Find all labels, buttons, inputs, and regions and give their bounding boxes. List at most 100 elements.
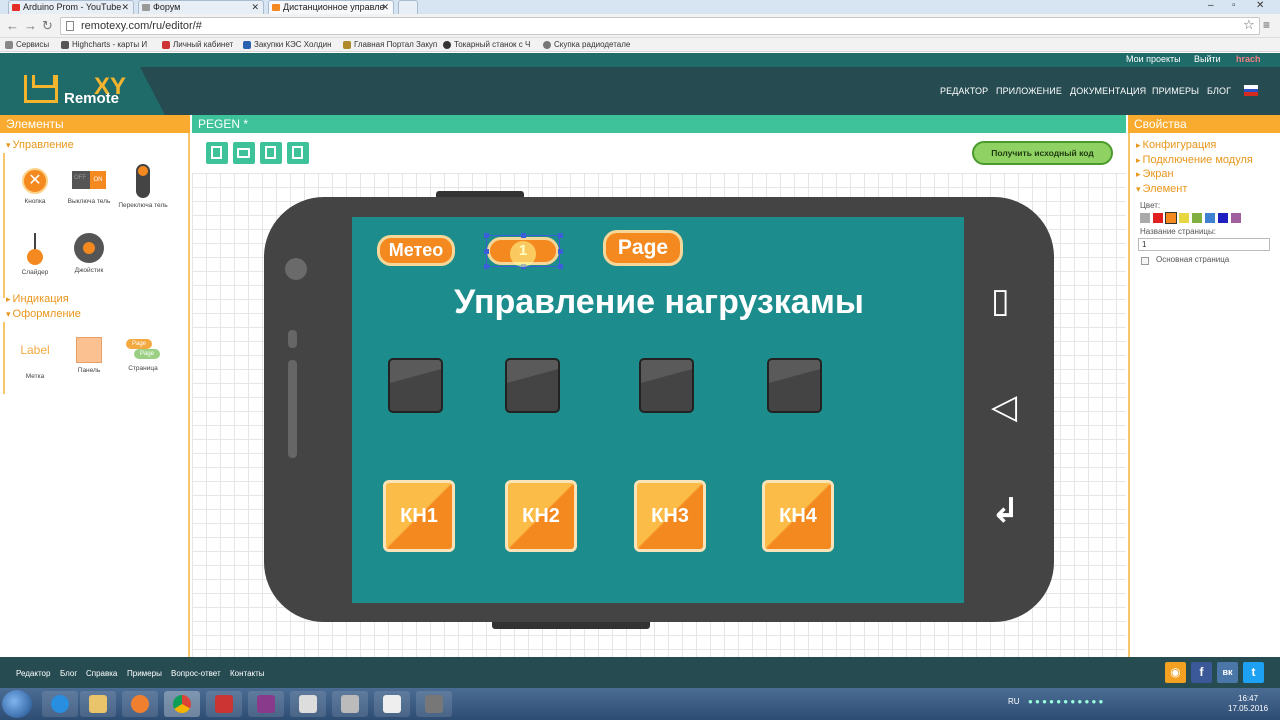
taskbar-app5[interactable]: [206, 691, 242, 717]
bookmark-highcharts[interactable]: Highcharts - карты И: [61, 39, 147, 51]
get-source-code-button[interactable]: Получить исходный код: [972, 141, 1113, 165]
component-joystick[interactable]: Джойстик: [64, 233, 114, 274]
back-icon[interactable]: ←: [6, 18, 19, 33]
footer-link-examples[interactable]: Примеры: [127, 669, 162, 678]
nav-docs[interactable]: ДОКУМЕНТАЦИЯ: [1070, 86, 1146, 96]
language-indicator[interactable]: RU: [1008, 697, 1020, 706]
bookmark-lathe[interactable]: Токарный станок с Ч: [443, 39, 530, 51]
section-design[interactable]: Оформление: [6, 308, 81, 320]
color-swatch-red[interactable]: [1153, 213, 1163, 223]
resize-handle[interactable]: [558, 264, 563, 269]
page-button-meteo[interactable]: Метео: [377, 235, 455, 266]
footer-link-blog[interactable]: Блог: [60, 669, 77, 678]
browser-menu-icon[interactable]: ≡: [1263, 18, 1270, 32]
taskbar-app6[interactable]: [248, 691, 284, 717]
footer-link-editor[interactable]: Редактор: [16, 669, 50, 678]
open-project-button[interactable]: [233, 142, 255, 164]
component-label[interactable]: Label Метка: [10, 343, 60, 380]
tab-youtube[interactable]: Arduino Prom - YouTube ✕: [8, 0, 134, 14]
nav-examples[interactable]: ПРИМЕРЫ: [1152, 86, 1199, 96]
section-indication[interactable]: Индикация: [6, 293, 69, 305]
section-element[interactable]: Элемент: [1136, 183, 1188, 195]
minimize-icon[interactable]: –: [1208, 0, 1214, 12]
component-page[interactable]: Page Page Страница: [118, 339, 168, 372]
bookmark-parts[interactable]: Скупка радиодетале: [543, 39, 630, 51]
nav-editor[interactable]: РЕДАКТОР: [940, 86, 988, 96]
resize-handle[interactable]: [484, 249, 489, 254]
led-indicator-3[interactable]: [639, 358, 694, 413]
color-swatch-green[interactable]: [1192, 213, 1202, 223]
bookmark-services[interactable]: Сервисы: [5, 39, 49, 51]
editor-canvas[interactable]: Получить исходный код Метео 1 Page Управ…: [192, 133, 1126, 657]
reload-icon[interactable]: ↻: [42, 18, 53, 34]
forward-icon[interactable]: →: [24, 18, 37, 33]
nav-blog[interactable]: БЛОГ: [1207, 86, 1231, 96]
username-link[interactable]: hrach: [1236, 54, 1261, 64]
taskbar-app8[interactable]: [332, 691, 368, 717]
footer-link-contacts[interactable]: Контакты: [230, 669, 265, 678]
component-switch[interactable]: OFF ON Выключа тель: [64, 171, 114, 205]
bookmark-cabinet[interactable]: Личный кабинет: [162, 39, 233, 51]
bookmark-purchases[interactable]: Закупки КЭС Холдин: [243, 39, 332, 51]
section-configuration[interactable]: Конфигурация: [1136, 139, 1217, 151]
button-kn1[interactable]: КН1: [383, 480, 455, 552]
facebook-icon[interactable]: f: [1191, 662, 1212, 683]
taskbar-chrome[interactable]: [164, 691, 200, 717]
tab-remotexy[interactable]: Дистанционное управле ✕: [268, 0, 394, 14]
color-swatch-yellow[interactable]: [1179, 213, 1189, 223]
save-as-button[interactable]: [287, 142, 309, 164]
resize-handle[interactable]: [558, 249, 563, 254]
vk-icon[interactable]: вк: [1217, 662, 1238, 683]
russian-flag-icon[interactable]: [1244, 85, 1258, 96]
color-swatch-purple[interactable]: [1231, 213, 1241, 223]
component-slider[interactable]: Слайдер: [10, 233, 60, 276]
close-tab-icon[interactable]: ✕: [251, 1, 259, 14]
new-project-button[interactable]: [206, 142, 228, 164]
resize-handle[interactable]: [558, 233, 563, 238]
section-module-connection[interactable]: Подключение модуля: [1136, 154, 1253, 166]
led-indicator-4[interactable]: [767, 358, 822, 413]
page-name-input[interactable]: 1: [1138, 238, 1270, 251]
phone-screen[interactable]: Метео 1 Page Управление нагрузкамы КН1 К…: [352, 217, 964, 603]
resize-handle[interactable]: [484, 264, 489, 269]
page-button-page[interactable]: Page: [603, 230, 683, 266]
close-window-icon[interactable]: ✕: [1256, 0, 1264, 12]
taskbar-app7[interactable]: [290, 691, 326, 717]
button-kn2[interactable]: КН2: [505, 480, 577, 552]
close-tab-icon[interactable]: ✕: [121, 1, 129, 14]
component-panel[interactable]: Панель: [64, 337, 114, 374]
footer-link-faq[interactable]: Вопрос-ответ: [171, 669, 221, 678]
taskbar-explorer[interactable]: [80, 691, 116, 717]
close-tab-icon[interactable]: ✕: [381, 1, 389, 14]
footer-link-help[interactable]: Справка: [86, 669, 117, 678]
section-control[interactable]: Управление: [6, 139, 74, 151]
logout-link[interactable]: Выйти: [1194, 54, 1221, 64]
start-button[interactable]: [2, 690, 32, 718]
new-tab-button[interactable]: [398, 0, 418, 14]
maximize-icon[interactable]: ▫: [1232, 0, 1236, 12]
led-indicator-1[interactable]: [388, 358, 443, 413]
color-swatch-darkblue[interactable]: [1218, 213, 1228, 223]
main-page-checkbox[interactable]: [1141, 257, 1149, 265]
resize-handle[interactable]: [484, 233, 489, 238]
color-swatch-orange[interactable]: [1165, 212, 1177, 224]
bookmark-star-icon[interactable]: ☆: [1243, 17, 1255, 33]
save-project-button[interactable]: [260, 142, 282, 164]
section-screen[interactable]: Экран: [1136, 168, 1174, 180]
color-swatch-gray[interactable]: [1140, 213, 1150, 223]
rss-icon[interactable]: ◉: [1165, 662, 1186, 683]
taskbar-app10[interactable]: [416, 691, 452, 717]
taskbar-media[interactable]: [122, 691, 158, 717]
component-button[interactable]: ✕ Кнопка: [10, 168, 60, 205]
url-input[interactable]: remotexy.com/ru/editor/#: [60, 17, 1260, 35]
system-clock[interactable]: 16:47 17.05.2016: [1228, 694, 1268, 714]
color-swatch-blue[interactable]: [1205, 213, 1215, 223]
button-kn3[interactable]: КН3: [634, 480, 706, 552]
tab-forum[interactable]: Форум ✕: [138, 0, 264, 14]
taskbar-ie[interactable]: [42, 691, 78, 717]
component-selector[interactable]: Переключа тель: [118, 164, 168, 209]
taskbar-app9[interactable]: [374, 691, 410, 717]
twitter-icon[interactable]: t: [1243, 662, 1264, 683]
nav-app[interactable]: ПРИЛОЖЕНИЕ: [996, 86, 1062, 96]
resize-handle[interactable]: [521, 233, 526, 238]
